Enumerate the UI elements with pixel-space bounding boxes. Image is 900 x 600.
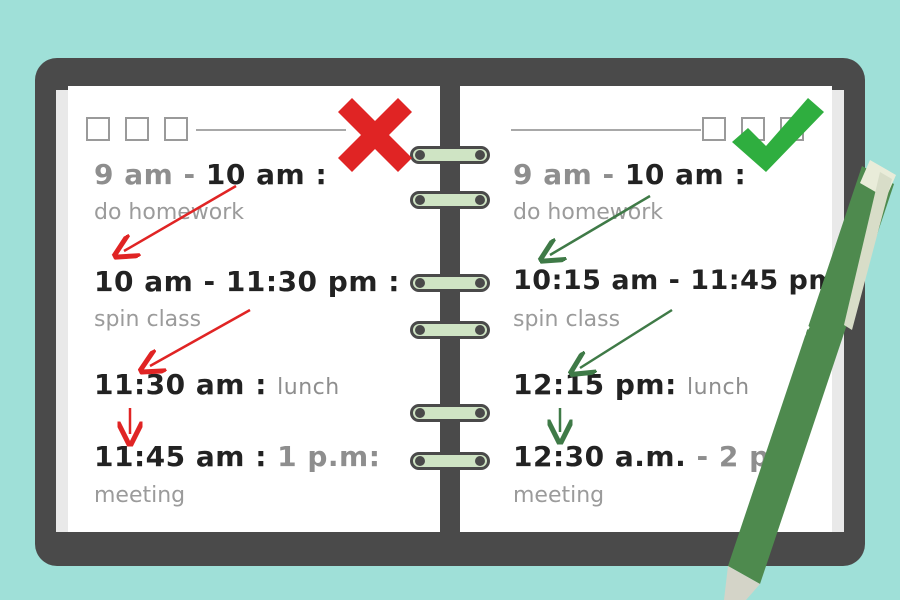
pen-icon bbox=[724, 160, 896, 600]
arrow-icon bbox=[580, 308, 673, 368]
planner-scene: 9 am - 10 am : do homework 10 am - 11:30… bbox=[0, 0, 900, 600]
red-x-icon bbox=[338, 98, 412, 172]
arrow-icon bbox=[150, 308, 251, 366]
arrow-icon bbox=[124, 184, 237, 251]
annotations-layer bbox=[0, 98, 896, 600]
green-check-icon bbox=[732, 98, 824, 172]
arrow-icon bbox=[550, 194, 651, 255]
